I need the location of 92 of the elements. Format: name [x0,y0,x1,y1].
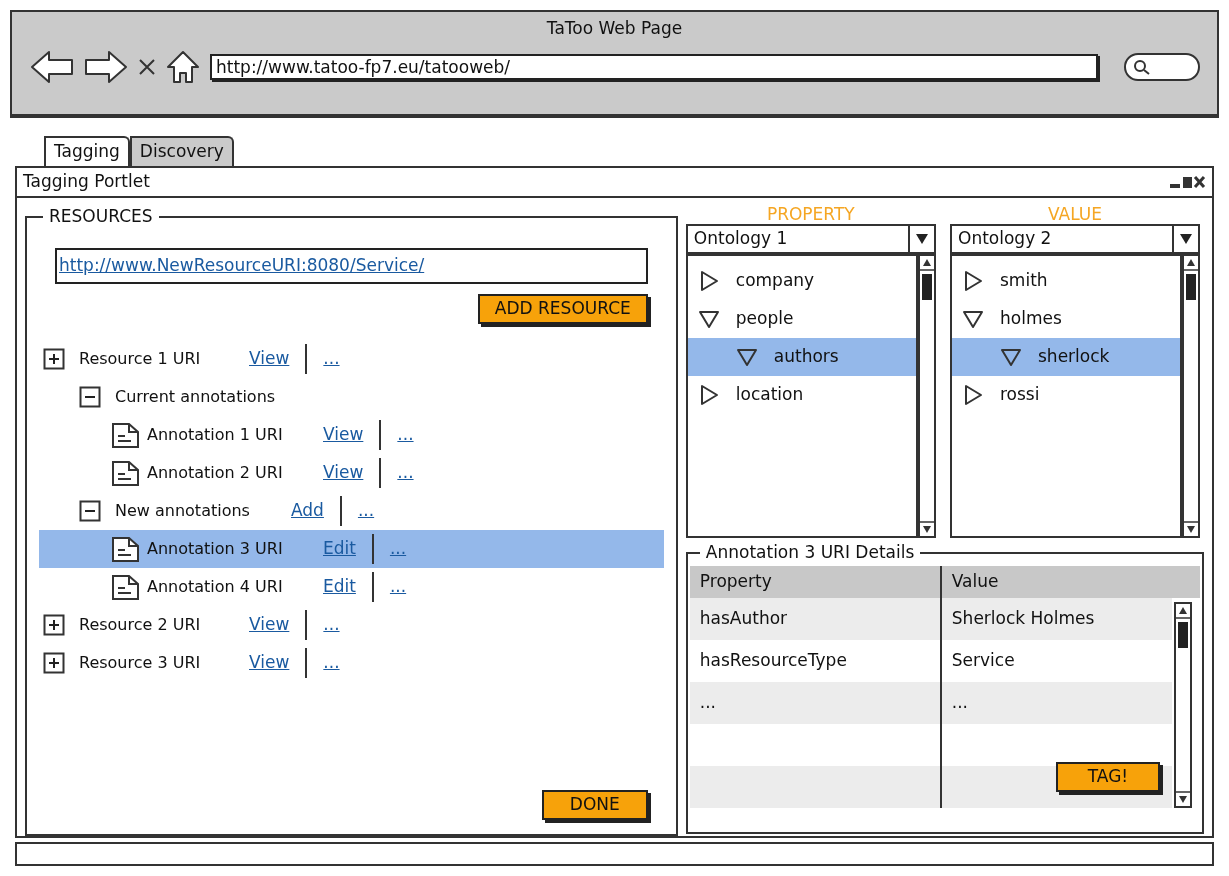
ontology-label: people [735,307,794,331]
search-icon[interactable] [1124,52,1200,81]
action-link[interactable]: View [323,459,364,486]
tree-label: New annotations [115,499,250,522]
add-resource-button[interactable]: ADD RESOURCE [477,293,648,324]
tree-label: Resource 3 URI [79,651,201,674]
right-triangle-icon[interactable] [962,384,984,406]
more-link[interactable]: ... [397,421,414,448]
tree-row[interactable]: Annotation 1 URI View ... [39,415,664,454]
action-link[interactable]: View [323,421,364,448]
ontology-item[interactable]: holmes [952,300,1180,338]
done-button[interactable]: DONE [541,790,648,820]
down-triangle-icon[interactable] [1000,346,1022,368]
panel-legend: Annotation 3 URI Details [699,540,921,566]
down-triangle-icon[interactable] [735,346,758,368]
table-cell-text: Service [950,648,1016,672]
plus-box-icon[interactable] [43,651,65,674]
minus-box-icon[interactable] [79,499,101,522]
right-triangle-icon[interactable] [962,270,984,292]
scrollbar[interactable] [1174,601,1192,808]
more-link[interactable]: ... [323,611,340,638]
column-header: Value [950,569,1000,593]
action-link[interactable]: View [249,345,290,372]
tab[interactable]: Tagging [44,136,130,166]
action-link[interactable]: Add [291,497,324,524]
document-icon [111,534,141,563]
address-field[interactable]: http://www.tatoo-fp7.eu/tatooweb/ [210,53,1098,80]
more-link[interactable]: ... [357,497,375,524]
tree-row[interactable]: Annotation 2 URI View ... [39,453,664,492]
table-cell-text: ... [950,690,970,714]
tab[interactable]: Discovery [129,136,234,166]
minus-box-icon[interactable] [79,385,101,408]
document-icon [111,458,141,487]
ontology-label: rossi [1000,383,1040,407]
tree-row[interactable]: Resource 2 URI View ... [39,605,664,644]
ontology-item[interactable]: location [687,376,916,414]
caret-icon [1180,234,1192,244]
tree-label: Annotation 1 URI [147,423,283,446]
ontology-label: location [735,383,804,407]
tree-label: Resource 2 URI [79,613,201,636]
tree-label: Annotation 2 URI [147,461,283,484]
tree-row[interactable]: New annotations Add ... [39,491,664,530]
back-arrow-icon[interactable] [30,49,74,84]
panel-heading: VALUE [1047,204,1103,224]
tree-label: Current annotations [115,385,276,408]
plus-box-icon[interactable] [43,347,65,370]
tree-label: Annotation 4 URI [147,575,283,598]
more-link[interactable]: ... [389,573,407,600]
window-title: TaToo Web Page [545,17,684,40]
plus-box-icon[interactable] [43,613,65,636]
home-icon[interactable] [166,49,200,84]
ontology-item[interactable]: smith [952,262,1180,300]
scrollbar[interactable] [917,254,936,538]
tree-row[interactable]: Resource 1 URI View ... [39,339,664,378]
down-triangle-icon[interactable] [697,308,720,330]
ontology-item[interactable]: authors [687,338,916,376]
ontology-dropdown[interactable]: Ontology 2 [950,224,1200,254]
forward-arrow-icon[interactable] [84,49,128,84]
close-icon[interactable] [138,57,156,76]
ontology-dropdown[interactable]: Ontology 1 [685,224,936,254]
action-link[interactable]: Edit [323,573,356,600]
portlet-title: Tagging Portlet [23,170,150,194]
tree-row[interactable]: Resource 3 URI View ... [39,643,664,682]
tree-row[interactable]: Annotation 4 URI Edit ... [39,567,664,606]
document-icon [111,420,141,449]
ontology-label: smith [1000,269,1048,293]
uri-field[interactable]: http://www.NewResourceURI:8080/Service/ [55,247,648,284]
ontology-item[interactable]: company [687,262,916,300]
down-triangle-icon[interactable] [962,308,984,330]
tree-row[interactable]: Current annotations [39,377,664,416]
ontology-item[interactable]: people [687,300,916,338]
window-controls-icon[interactable] [1170,175,1206,189]
more-link[interactable]: ... [323,649,340,676]
ontology-label: holmes [1000,307,1062,331]
panel-legend: RESOURCES [43,204,159,230]
ontology-label: sherlock [1038,345,1110,369]
scrollbar[interactable] [1182,254,1200,538]
action-link[interactable]: View [249,611,290,638]
caret-icon [915,234,928,244]
ontology-item[interactable]: sherlock [952,338,1180,376]
tag-button[interactable]: TAG! [1056,761,1160,792]
ontology-label: authors [773,345,839,369]
table-cell-text: Sherlock Holmes [950,606,1096,630]
document-icon [111,572,141,601]
tree-label: Annotation 3 URI [147,537,283,560]
ontology-item[interactable]: rossi [952,376,1180,414]
more-link[interactable]: ... [397,459,414,486]
action-link[interactable]: View [249,649,290,676]
tree-label: Resource 1 URI [79,347,201,370]
ontology-label: company [735,269,815,293]
panel-heading: PROPERTY [765,204,856,224]
more-link[interactable]: ... [323,345,340,372]
